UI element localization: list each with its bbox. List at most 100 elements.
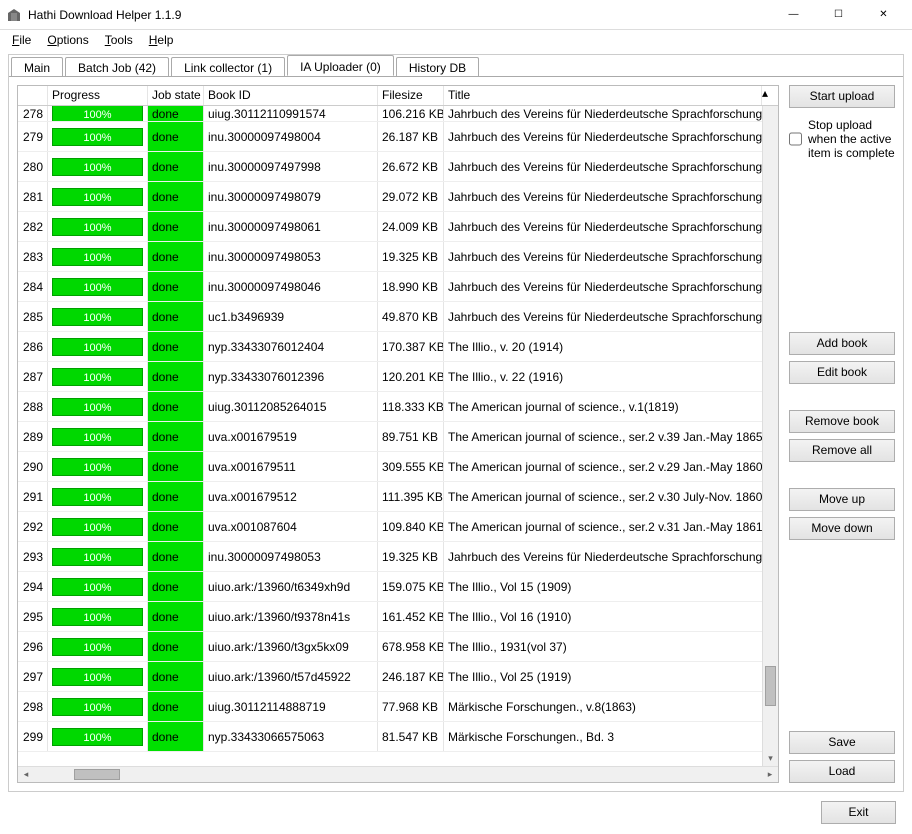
- stop-upload-checkbox[interactable]: Stop upload when the active item is comp…: [789, 114, 895, 160]
- app-icon: [6, 7, 22, 23]
- cell-state: done: [148, 122, 204, 151]
- horizontal-scrollbar[interactable]: ◂ ▸: [18, 766, 778, 782]
- minimize-button[interactable]: —: [771, 1, 816, 29]
- tab-batch-job[interactable]: Batch Job (42): [65, 57, 169, 76]
- table-row[interactable]: 292100%doneuva.x001087604109.840 KBThe A…: [18, 512, 778, 542]
- table-row[interactable]: 296100%doneuiuo.ark:/13960/t3gx5kx09678.…: [18, 632, 778, 662]
- cell-state: done: [148, 362, 204, 391]
- move-down-button[interactable]: Move down: [789, 517, 895, 540]
- remove-all-button[interactable]: Remove all: [789, 439, 895, 462]
- progress-bar: 100%: [52, 608, 143, 626]
- table-row[interactable]: 297100%doneuiuo.ark:/13960/t57d45922246.…: [18, 662, 778, 692]
- cell-title: The American journal of science., v.1(18…: [444, 392, 778, 421]
- cell-title: Märkische Forschungen., Bd. 3: [444, 722, 778, 751]
- menu-help[interactable]: Help: [141, 31, 182, 49]
- start-upload-button[interactable]: Start upload: [789, 85, 895, 108]
- col-index[interactable]: [18, 86, 48, 105]
- col-jobstate[interactable]: Job state: [148, 86, 204, 105]
- move-up-button[interactable]: Move up: [789, 488, 895, 511]
- menu-tools[interactable]: Tools: [97, 31, 141, 49]
- table-row[interactable]: 278 100% done uiug.30112110991574 106.21…: [18, 106, 778, 122]
- cell-filesize: 19.325 KB: [378, 542, 444, 571]
- cell-filesize: 77.968 KB: [378, 692, 444, 721]
- cell-index: 278: [18, 106, 48, 121]
- col-bookid[interactable]: Book ID: [204, 86, 378, 105]
- tab-ia-uploader[interactable]: IA Uploader (0): [287, 55, 394, 76]
- menu-file[interactable]: File: [4, 31, 39, 49]
- cell-bookid: inu.30000097498053: [204, 542, 378, 571]
- cell-title: The Illio., v. 20 (1914): [444, 332, 778, 361]
- progress-bar: 100%: [52, 728, 143, 746]
- scroll-up-arrow-icon[interactable]: [763, 106, 778, 122]
- save-button[interactable]: Save: [789, 731, 895, 754]
- cell-state: done: [148, 572, 204, 601]
- scroll-right-arrow-icon[interactable]: ▸: [762, 769, 778, 780]
- menu-options[interactable]: Options: [39, 31, 96, 49]
- cell-index: 285: [18, 302, 48, 331]
- table-row[interactable]: 289100%doneuva.x00167951989.751 KBThe Am…: [18, 422, 778, 452]
- table-row[interactable]: 287100%donenyp.33433076012396120.201 KBT…: [18, 362, 778, 392]
- cell-state: done: [148, 212, 204, 241]
- cell-index: 290: [18, 452, 48, 481]
- stop-upload-checkbox-input[interactable]: [789, 118, 802, 160]
- exit-button[interactable]: Exit: [821, 801, 896, 824]
- cell-progress: 100%: [48, 542, 148, 571]
- table-row[interactable]: 279100%doneinu.3000009749800426.187 KBJa…: [18, 122, 778, 152]
- hscroll-thumb[interactable]: [74, 769, 120, 780]
- table-row[interactable]: 295100%doneuiuo.ark:/13960/t9378n41s161.…: [18, 602, 778, 632]
- tab-history-db[interactable]: History DB: [396, 57, 479, 76]
- maximize-button[interactable]: ☐: [816, 1, 861, 29]
- cell-index: 293: [18, 542, 48, 571]
- scroll-up-icon[interactable]: ▴: [762, 86, 778, 105]
- cell-state: done: [148, 602, 204, 631]
- window-title: Hathi Download Helper 1.1.9: [28, 8, 771, 22]
- table-row[interactable]: 280100%doneinu.3000009749799826.672 KBJa…: [18, 152, 778, 182]
- cell-filesize: 309.555 KB: [378, 452, 444, 481]
- remove-book-button[interactable]: Remove book: [789, 410, 895, 433]
- cell-bookid: uiuo.ark:/13960/t57d45922: [204, 662, 378, 691]
- table-row[interactable]: 286100%donenyp.33433076012404170.387 KBT…: [18, 332, 778, 362]
- cell-filesize: 109.840 KB: [378, 512, 444, 541]
- col-title[interactable]: Title: [444, 86, 762, 105]
- col-progress[interactable]: Progress: [48, 86, 148, 105]
- cell-title: Jahrbuch des Vereins für Niederdeutsche …: [444, 302, 778, 331]
- edit-book-button[interactable]: Edit book: [789, 361, 895, 384]
- table-row[interactable]: 290100%doneuva.x001679511309.555 KBThe A…: [18, 452, 778, 482]
- load-button[interactable]: Load: [789, 760, 895, 783]
- cell-filesize: 120.201 KB: [378, 362, 444, 391]
- cell-filesize: 18.990 KB: [378, 272, 444, 301]
- close-button[interactable]: ✕: [861, 1, 906, 29]
- cell-title: Jahrbuch des Vereins für Niederdeutsche …: [444, 122, 778, 151]
- cell-index: 287: [18, 362, 48, 391]
- table-row[interactable]: 282100%doneinu.3000009749806124.009 KBJa…: [18, 212, 778, 242]
- table-row[interactable]: 285100%doneuc1.b349693949.870 KBJahrbuch…: [18, 302, 778, 332]
- table-row[interactable]: 283100%doneinu.3000009749805319.325 KBJa…: [18, 242, 778, 272]
- cell-state: done: [148, 692, 204, 721]
- scroll-down-arrow-icon[interactable]: ▾: [763, 750, 778, 766]
- cell-filesize: 111.395 KB: [378, 482, 444, 511]
- footer: Exit: [821, 801, 896, 824]
- tab-link-collector[interactable]: Link collector (1): [171, 57, 285, 76]
- cell-bookid: uiug.30112114888719: [204, 692, 378, 721]
- vertical-scrollbar[interactable]: ▾: [762, 106, 778, 766]
- tab-main[interactable]: Main: [11, 57, 63, 76]
- table-row[interactable]: 284100%doneinu.3000009749804618.990 KBJa…: [18, 272, 778, 302]
- cell-index: 291: [18, 482, 48, 511]
- cell-progress: 100%: [48, 302, 148, 331]
- table-row[interactable]: 294100%doneuiuo.ark:/13960/t6349xh9d159.…: [18, 572, 778, 602]
- scroll-left-arrow-icon[interactable]: ◂: [18, 769, 34, 780]
- cell-progress: 100%: [48, 512, 148, 541]
- table-row[interactable]: 291100%doneuva.x001679512111.395 KBThe A…: [18, 482, 778, 512]
- table-row[interactable]: 281100%doneinu.3000009749807929.072 KBJa…: [18, 182, 778, 212]
- scroll-thumb[interactable]: [765, 666, 776, 706]
- col-filesize[interactable]: Filesize: [378, 86, 444, 105]
- add-book-button[interactable]: Add book: [789, 332, 895, 355]
- table-row[interactable]: 298100%doneuiug.3011211488871977.968 KBM…: [18, 692, 778, 722]
- cell-progress: 100%: [48, 452, 148, 481]
- cell-bookid: uiuo.ark:/13960/t6349xh9d: [204, 572, 378, 601]
- table-row[interactable]: 288100%doneuiug.30112085264015118.333 KB…: [18, 392, 778, 422]
- cell-filesize: 678.958 KB: [378, 632, 444, 661]
- progress-bar: 100%: [52, 428, 143, 446]
- table-row[interactable]: 299100%donenyp.3343306657506381.547 KBMä…: [18, 722, 778, 752]
- table-row[interactable]: 293100%doneinu.3000009749805319.325 KBJa…: [18, 542, 778, 572]
